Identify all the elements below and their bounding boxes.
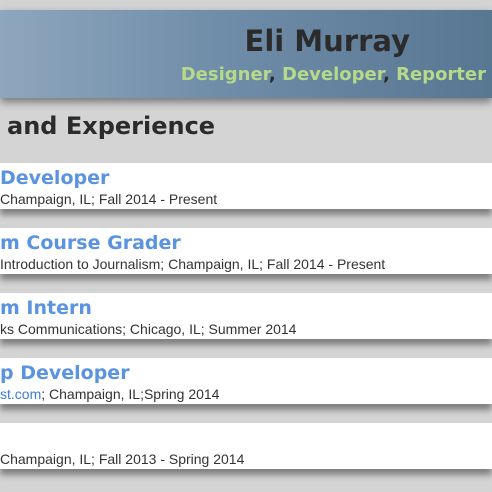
experience-detail: Champaign, IL; Fall 2014 - Present [0, 191, 218, 207]
role-reporter: Reporter [396, 64, 486, 85]
experience-card: m Course Grader Introduction to Journali… [0, 228, 492, 274]
experience-detail-rest: ; Champaign, IL;Spring 2014 [41, 386, 220, 402]
role-designer: Designer [180, 64, 269, 85]
author-name: Eli Murray [244, 24, 410, 58]
roles-line: Designer, Developer, Reporter [181, 64, 486, 85]
experience-detail: Introduction to Journalism; Champaign, I… [0, 256, 386, 272]
page-header: Eli Murray Designer, Developer, Reporter [0, 10, 492, 98]
experience-card: p Developer st.com; Champaign, IL;Spring… [0, 358, 492, 404]
experience-card: m Intern ks Communications; Chicago, IL;… [0, 293, 492, 339]
experience-title: m Intern [0, 297, 92, 319]
top-strip [0, 0, 492, 10]
experience-title: m Course Grader [0, 232, 181, 254]
experience-title: Developer [0, 167, 110, 189]
section-title: and Experience [7, 112, 216, 140]
company-link[interactable]: st.com [0, 386, 41, 402]
experience-detail: Champaign, IL; Fall 2013 - Spring 2014 [0, 451, 245, 467]
role-separator: , [382, 64, 390, 85]
experience-card: Developer Champaign, IL; Fall 2014 - Pre… [0, 163, 492, 209]
experience-detail: ks Communications; Chicago, IL; Summer 2… [0, 321, 297, 337]
role-developer: Developer [282, 64, 383, 85]
role-separator: , [268, 64, 276, 85]
experience-card: Champaign, IL; Fall 2013 - Spring 2014 [0, 423, 492, 469]
experience-detail: st.com; Champaign, IL;Spring 2014 [0, 386, 219, 402]
experience-title: p Developer [0, 362, 130, 384]
